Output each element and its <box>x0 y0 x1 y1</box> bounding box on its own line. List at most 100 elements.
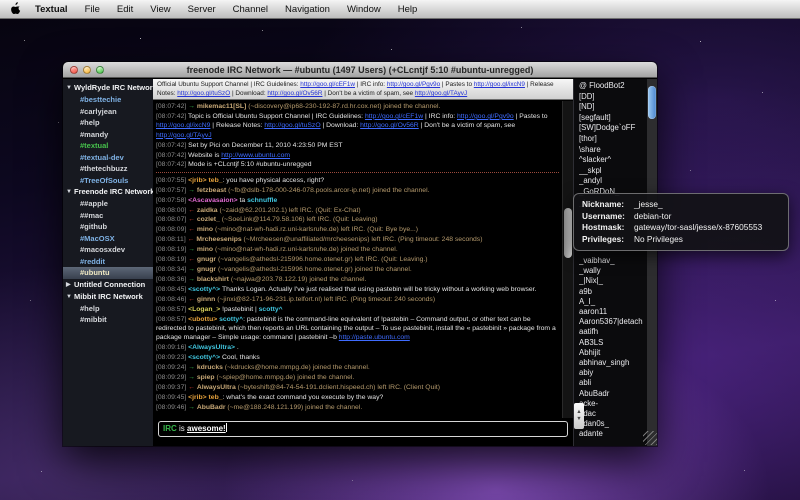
user-list-item[interactable]: aatifh <box>579 327 645 337</box>
menu-help[interactable]: Help <box>398 4 418 15</box>
user-list-item[interactable]: acke- <box>579 399 645 409</box>
sidebar-item-carlyjean[interactable]: #carlyjean <box>63 106 153 118</box>
network-untitled-connection[interactable]: ▶Untitled Connection <box>63 279 153 291</box>
menu-view[interactable]: View <box>150 4 170 15</box>
userlist-scrollbar-thumb[interactable] <box>648 86 656 119</box>
topic-link[interactable]: http://goo.gl/TAyvJ <box>415 90 467 97</box>
user-list-item[interactable]: abiy <box>579 368 645 378</box>
chat-link[interactable]: http://goo.gl/TAyvJ <box>156 132 212 139</box>
user-list-item[interactable]: Aaron5367|detach <box>579 317 645 327</box>
user-list-item[interactable]: ^slacker^ <box>579 155 645 166</box>
user-list-item[interactable]: _|Nix|_ <box>579 276 645 286</box>
sidebar-item-help[interactable]: #help <box>63 303 153 315</box>
timestamp: [08:09:46] <box>156 404 188 411</box>
message-input[interactable]: IRC is awesome! <box>158 421 568 437</box>
user-list-item[interactable]: [thor] <box>579 134 645 145</box>
chat-scrollbar[interactable] <box>562 101 573 418</box>
resize-grip-icon[interactable] <box>643 431 657 445</box>
user-list-item[interactable]: [DD] <box>579 92 645 103</box>
tooltip-row: Username:debian-tor <box>582 211 780 223</box>
user-list-item[interactable]: aaron11 <box>579 307 645 317</box>
apple-menu[interactable] <box>11 2 21 17</box>
userlist-scrollbar[interactable] <box>647 79 657 446</box>
user-list-item[interactable]: a9b <box>579 287 645 297</box>
sidebar-item-besttechie[interactable]: #besttechie <box>63 94 153 106</box>
message-segment: <Ascavasaion> <box>188 197 239 204</box>
topic-link[interactable]: http://goo.gl/cEF1w <box>300 81 355 88</box>
menu-navigation[interactable]: Navigation <box>285 4 330 15</box>
chevron-down-icon[interactable]: ▼ <box>66 186 74 198</box>
user-list-item[interactable]: AbuBadr <box>579 389 645 399</box>
message-segment: AlwaysUltra <box>197 384 238 391</box>
user-list-item[interactable]: _andyl <box>579 176 645 187</box>
user-list-item[interactable]: abli <box>579 378 645 388</box>
chevron-right-icon[interactable]: ▶ <box>66 279 74 291</box>
menu-channel[interactable]: Channel <box>233 4 268 15</box>
topic-text: | Don't be a victim of spam, see <box>322 90 414 97</box>
window-title-bar[interactable]: freenode IRC Network — #ubuntu (1497 Use… <box>63 62 657 78</box>
user-list-item[interactable]: [ND] <box>579 102 645 113</box>
sidebar-item-TreeOfSouls[interactable]: #TreeOfSouls <box>63 175 153 187</box>
menu-window[interactable]: Window <box>347 4 381 15</box>
scroll-up-icon[interactable]: ▲ <box>576 409 581 416</box>
message-segment: <jrib> <box>188 394 208 401</box>
user-list-item[interactable]: \share <box>579 145 645 156</box>
network-freenode-irc-network[interactable]: ▼Freenode IRC Network <box>63 186 153 198</box>
sidebar-item-mandy[interactable]: #mandy <box>63 129 153 141</box>
sidebar-item-macosxdev[interactable]: #macosxdev <box>63 244 153 256</box>
topic-link[interactable]: http://goo.gl/Ov56R <box>267 90 322 97</box>
sidebar-item-mac[interactable]: ##mac <box>63 210 153 222</box>
message-segment: | Don't be a victim of spam, see <box>419 122 515 129</box>
chat-link[interactable]: http://goo.gl/tuSzO <box>264 122 320 129</box>
topic-link[interactable]: http://goo.gl/ixcN9 <box>474 81 525 88</box>
sidebar-item-apple[interactable]: ##apple <box>63 198 153 210</box>
user-list-item[interactable]: [SW]Dodge`oFF <box>579 123 645 134</box>
user-list-item[interactable]: __skpl <box>579 166 645 177</box>
scroll-down-icon[interactable]: ▼ <box>576 416 581 423</box>
chat-link[interactable]: http://www.ubuntu.com <box>221 152 290 159</box>
chevron-down-icon[interactable]: ▼ <box>66 82 74 94</box>
message-segment: (~SoeLink@114.79.58.106) left IRC. (Quit… <box>222 216 378 223</box>
user-list-item[interactable]: _wally <box>579 266 645 276</box>
chat-message: [08:09:24] → kdrucks (~kdrucks@home.mmpg… <box>156 363 559 372</box>
menu-file[interactable]: File <box>85 4 100 15</box>
user-list-item[interactable]: @ FloodBot2 <box>579 81 645 92</box>
sidebar-item-textual[interactable]: #textual <box>63 140 153 152</box>
chat-link[interactable]: http://goo.gl/Pgv9o <box>457 113 514 120</box>
user-list-item[interactable]: abhinav_singh <box>579 358 645 368</box>
network-wyldryde-irc-network[interactable]: ▼WyldRyde IRC Network <box>63 82 153 94</box>
message-segment: (~najwa@203.78.122.19) joined the channe… <box>231 276 367 283</box>
user-list-item[interactable]: adan0s_ <box>579 419 645 429</box>
chat-scrollbar-thumb[interactable] <box>564 208 572 258</box>
close-button[interactable] <box>70 66 78 74</box>
sidebar-item-mibbit[interactable]: #mibbit <box>63 314 153 326</box>
sidebar-item-help[interactable]: #help <box>63 117 153 129</box>
user-list-item[interactable]: adac <box>579 409 645 419</box>
menu-server[interactable]: Server <box>188 4 216 15</box>
menu-edit[interactable]: Edit <box>117 4 133 15</box>
user-list-item[interactable]: A_I_ <box>579 297 645 307</box>
minimize-button[interactable] <box>83 66 91 74</box>
chat-link[interactable]: http://goo.gl/cEF1w <box>365 113 423 120</box>
chat-link[interactable]: http://paste.ubuntu.com <box>339 334 410 341</box>
chat-link[interactable]: http://goo.gl/Ov56R <box>360 122 419 129</box>
menu-textual[interactable]: Textual <box>35 4 68 15</box>
sidebar-item-github[interactable]: #github <box>63 221 153 233</box>
sidebar-item-thetechbuzz[interactable]: #thetechbuzz <box>63 163 153 175</box>
user-list-item[interactable]: _vaibhav_ <box>579 256 645 266</box>
user-list-item[interactable]: AB3LS <box>579 338 645 348</box>
sidebar-item-textual-dev[interactable]: #textual-dev <box>63 152 153 164</box>
user-list-item[interactable]: [segfault] <box>579 113 645 124</box>
sidebar-item-ubuntu[interactable]: #ubuntu <box>63 267 153 279</box>
network-mibbit-irc-network[interactable]: ▼Mibbit IRC Network <box>63 291 153 303</box>
chevron-down-icon[interactable]: ▼ <box>66 291 74 303</box>
scroll-arrows[interactable]: ▲ ▼ <box>574 403 584 429</box>
sidebar-item-MacOSX[interactable]: #MacOSX <box>63 233 153 245</box>
message-segment: (~vangelis@athedsl-215996.home.otenet.gr… <box>218 256 428 263</box>
user-list-item[interactable]: Abhijit <box>579 348 645 358</box>
sidebar-item-reddit[interactable]: #reddit <box>63 256 153 268</box>
chat-link[interactable]: http://goo.gl/ixcN9 <box>156 122 210 129</box>
topic-link[interactable]: http://goo.gl/Pgv9o <box>387 81 440 88</box>
user-list-item[interactable]: adante <box>579 429 645 439</box>
topic-link[interactable]: http://goo.gl/tuSzO <box>177 90 230 97</box>
